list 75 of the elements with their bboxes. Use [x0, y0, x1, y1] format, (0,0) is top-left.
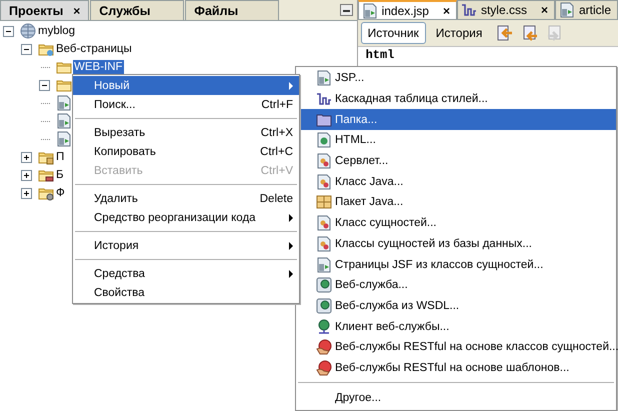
file-icon — [316, 70, 332, 86]
expand-toggle[interactable] — [21, 44, 32, 54]
menu-item[interactable]: Класс Java... — [296, 171, 616, 192]
menu-item[interactable]: Веб-служба... — [296, 274, 616, 296]
menu-item[interactable]: Средства — [73, 264, 299, 283]
close-icon[interactable]: × — [540, 3, 548, 17]
menu-item[interactable]: HTML... — [296, 130, 616, 151]
panel-tab[interactable]: Службы — [90, 0, 184, 20]
tab-label: Файлы — [194, 4, 238, 18]
web-service-icon — [316, 277, 332, 294]
css-icon — [460, 2, 477, 18]
tree-item[interactable]: myblog — [37, 24, 76, 38]
class-icon — [316, 215, 332, 232]
folder-icon — [316, 112, 332, 128]
editor-tab[interactable]: article — [554, 0, 618, 19]
file-icon — [56, 95, 72, 111]
menu-item[interactable]: Классы сущностей из базы данных... — [296, 234, 616, 254]
css-icon — [316, 91, 332, 108]
menu-item[interactable]: Веб-служба из WSDL... — [296, 296, 616, 316]
file-icon — [56, 131, 72, 147]
back-arrow-icon[interactable] — [521, 24, 540, 42]
mode-tab[interactable]: Источник — [360, 22, 426, 44]
menu-item[interactable]: Вырезать Ctrl+X — [73, 123, 299, 142]
menu-item[interactable]: История — [73, 236, 299, 255]
menu-item[interactable]: Поиск... Ctrl+F — [73, 95, 299, 114]
menu-item[interactable]: Сервлет... — [296, 150, 616, 172]
tab-label: Службы — [99, 4, 150, 18]
package-icon — [316, 194, 332, 210]
globe-stand-icon — [316, 318, 332, 335]
menu-item[interactable]: JSP... — [296, 68, 616, 89]
menu-item[interactable]: Страницы JSF из классов сущностей... — [296, 254, 616, 275]
menu-item[interactable]: Веб-службы RESTful на основе классов сущностей... — [296, 336, 616, 358]
class-icon — [316, 153, 332, 170]
expand-toggle[interactable] — [21, 170, 32, 180]
file-icon — [56, 113, 72, 129]
menu-item[interactable]: Класс сущностей... — [296, 212, 616, 234]
menu-item[interactable]: Средство реорганизации кода — [73, 208, 299, 227]
menu-item[interactable]: Другое... — [296, 387, 616, 408]
editor-tab[interactable]: index.jsp × — [358, 0, 457, 19]
expand-toggle[interactable] — [21, 188, 32, 198]
expand-toggle[interactable] — [3, 26, 14, 36]
tree-item[interactable]: Б — [55, 168, 65, 182]
back-arrow-icon[interactable] — [496, 24, 514, 42]
minimize-button[interactable] — [340, 4, 353, 16]
class-icon — [316, 174, 332, 190]
expand-toggle[interactable] — [21, 152, 32, 162]
menu-item[interactable]: Каскадная таблица стилей... — [296, 88, 616, 110]
menu-item[interactable]: Клиент веб-службы... — [296, 316, 616, 337]
web-service-icon — [316, 298, 332, 314]
html-icon — [316, 132, 332, 148]
tree-item[interactable]: Веб-страницы — [55, 42, 133, 56]
close-icon[interactable]: × — [73, 4, 80, 18]
expand-toggle[interactable] — [39, 80, 50, 90]
class-icon — [316, 236, 332, 252]
menu-item[interactable]: Удалить Delete — [73, 189, 299, 208]
globe-icon — [20, 23, 36, 39]
tab-label: article — [578, 3, 611, 17]
tab-label: Проекты — [9, 4, 64, 18]
editor-tab[interactable]: style.css × — [456, 0, 555, 19]
menu-item[interactable]: Свойства — [73, 283, 299, 302]
mode-tab[interactable]: История — [428, 22, 490, 44]
menu-item[interactable]: Новый — [73, 76, 299, 95]
close-icon[interactable]: × — [442, 4, 450, 18]
tab-label: style.css — [480, 3, 527, 17]
tree-item[interactable]: WEB-INF — [73, 60, 124, 74]
tab-label: index.jsp — [382, 4, 429, 18]
tree-item[interactable]: Ф — [55, 186, 66, 200]
panel-tab[interactable]: Проекты × — [0, 0, 90, 20]
menu-item[interactable]: Веб-службы RESTful на основе шаблонов... — [296, 358, 616, 378]
file-icon — [316, 256, 332, 273]
panel-tab[interactable]: Файлы — [185, 0, 280, 20]
code-line: html — [366, 48, 396, 62]
menu-item[interactable]: Пакет Java... — [296, 192, 616, 213]
tree-item[interactable]: П — [55, 150, 66, 164]
menu-item[interactable]: Копировать Ctrl+C — [73, 142, 299, 161]
